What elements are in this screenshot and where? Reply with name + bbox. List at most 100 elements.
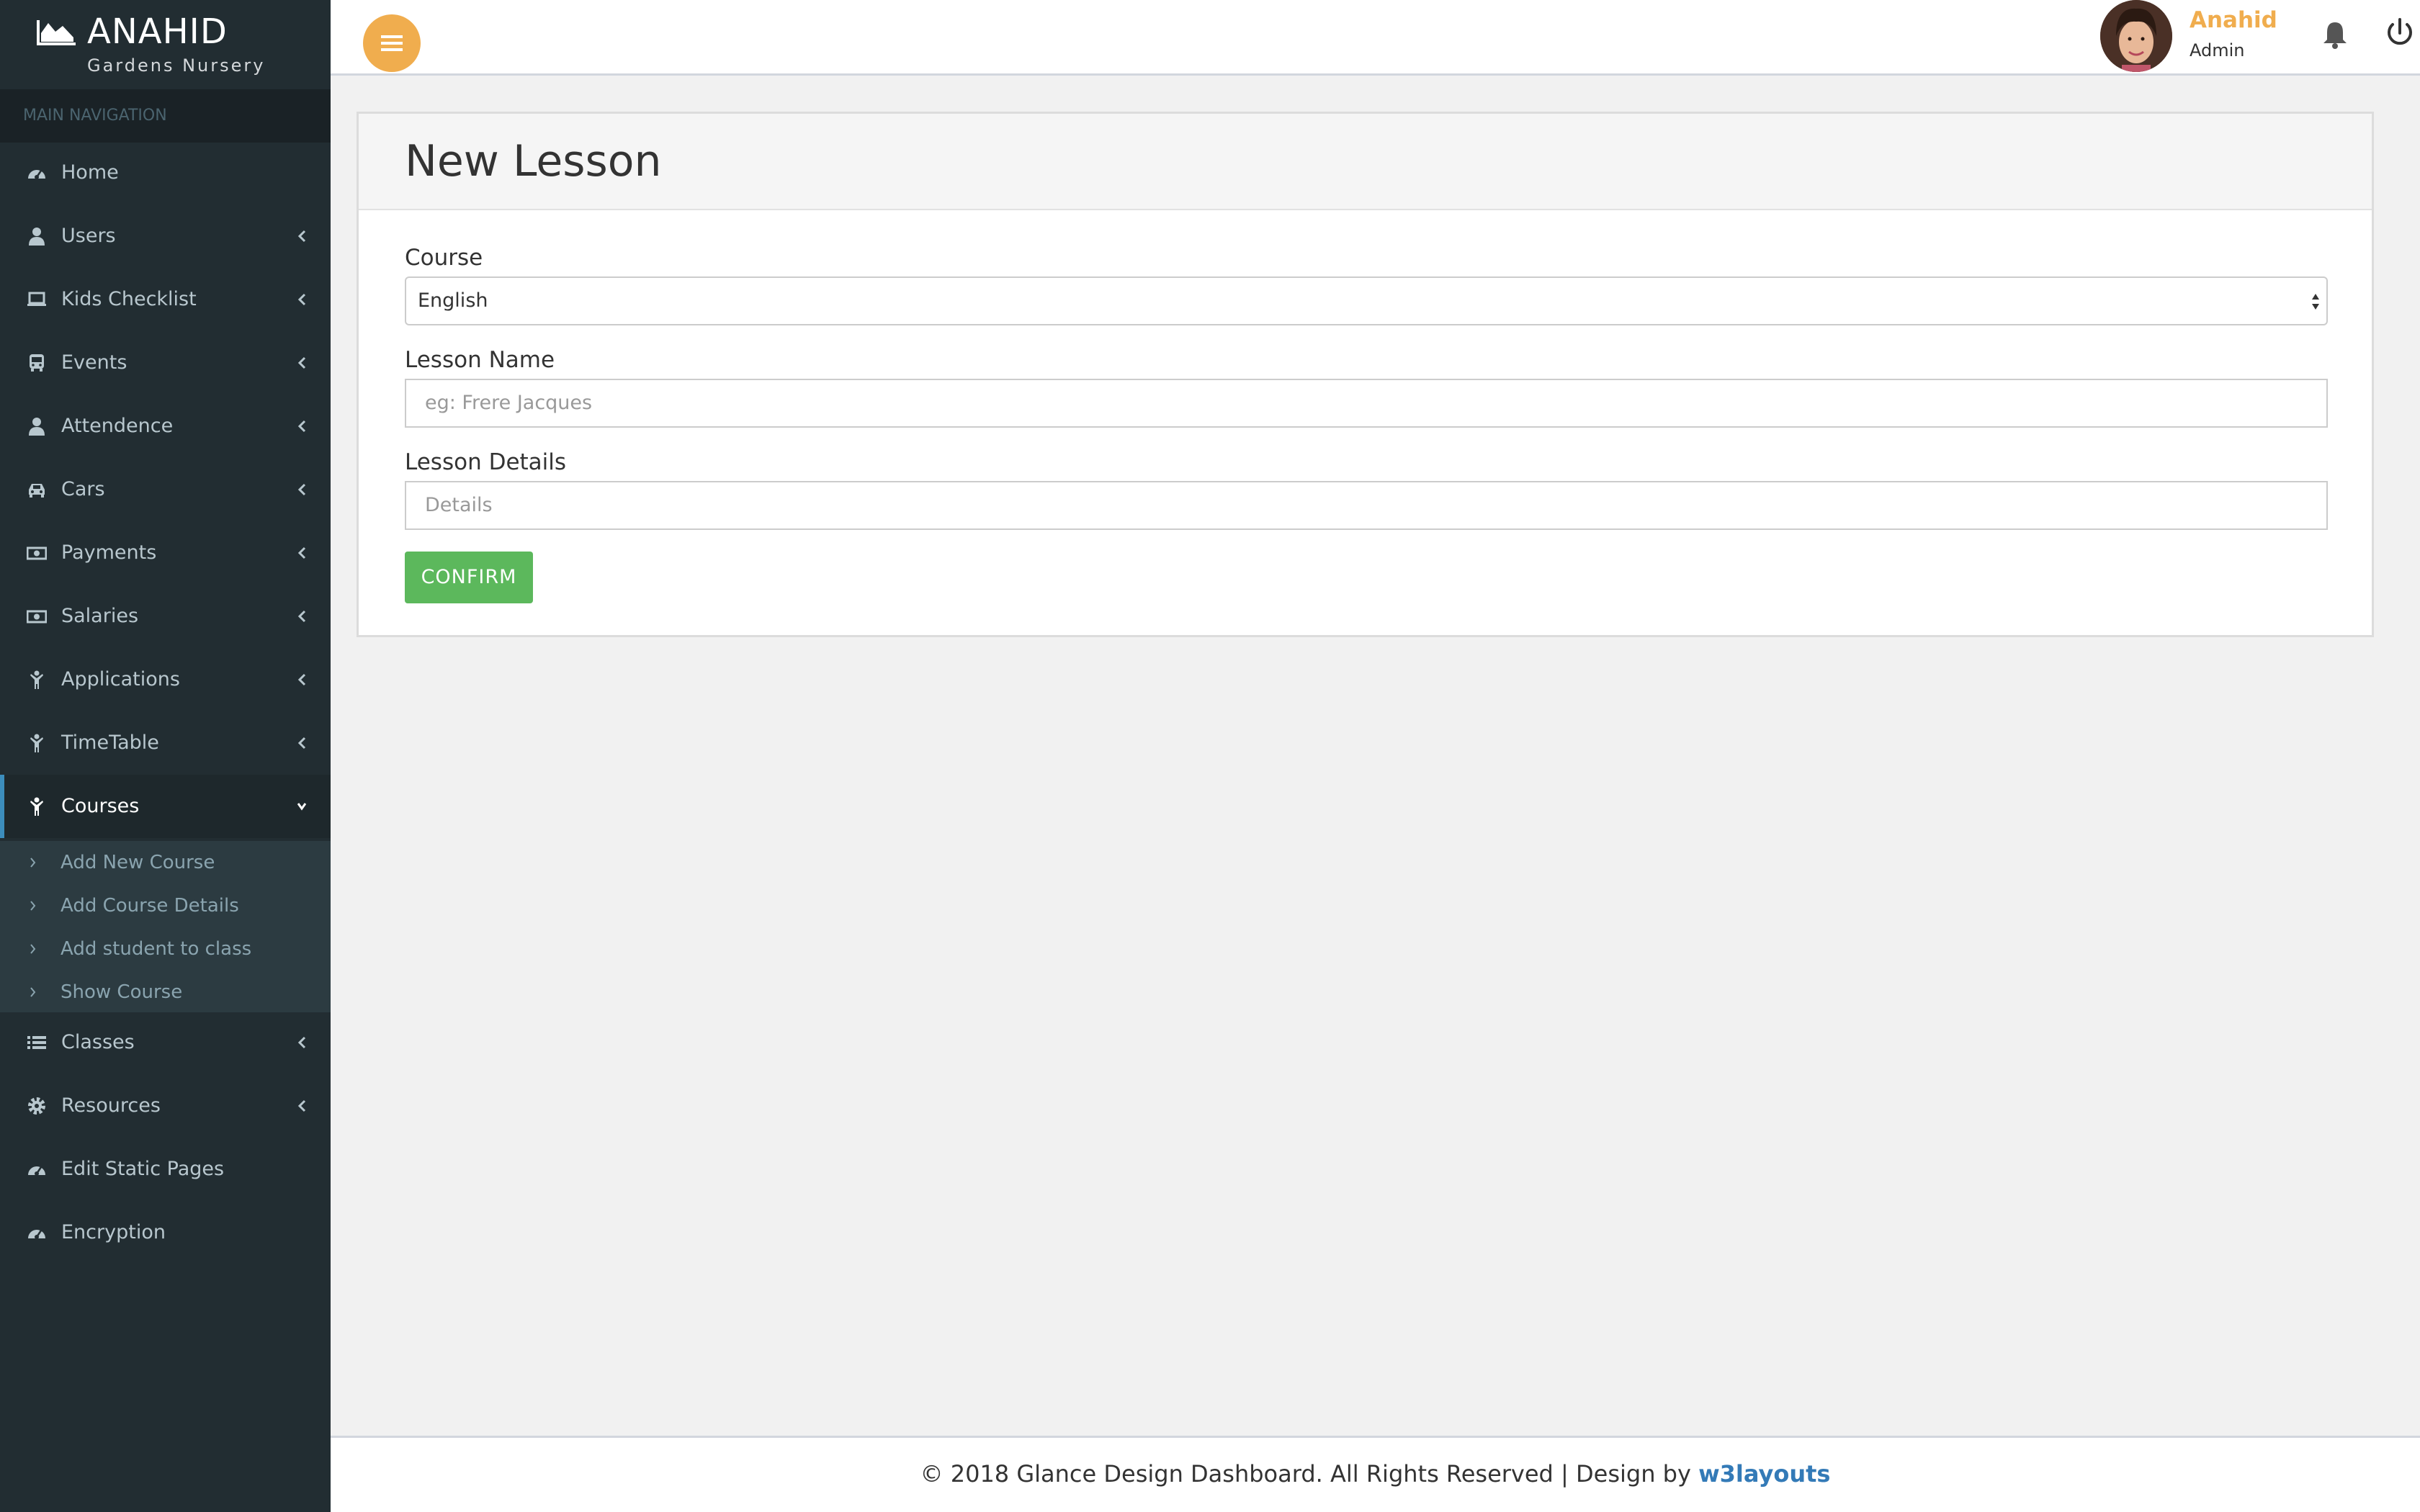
- lesson-name-input[interactable]: eg: Frere Jacques: [405, 379, 2328, 428]
- sidebar-item-cars[interactable]: Cars: [0, 458, 331, 521]
- menu-toggle-button[interactable]: [363, 14, 421, 72]
- chevron-right-icon: [29, 884, 40, 927]
- brand-name: ANAHID: [87, 12, 228, 52]
- sidebar-item-label: Classes: [61, 1031, 135, 1053]
- courses-submenu: Add New Course Add Course Details Add st…: [0, 841, 331, 1012]
- dashboard-icon: [24, 1201, 49, 1264]
- chevron-left-icon: [295, 1011, 309, 1074]
- chevron-left-icon: [295, 648, 309, 711]
- course-select[interactable]: English: [405, 276, 2328, 325]
- lesson-name-label: Lesson Name: [405, 347, 555, 373]
- sidebar-item-label: Events: [61, 351, 127, 374]
- sidebar-item-timetable[interactable]: TimeTable: [0, 711, 331, 775]
- confirm-button[interactable]: CONFIRM: [405, 552, 533, 603]
- sidebar-item-home[interactable]: Home: [0, 141, 331, 204]
- dashboard-icon: [24, 141, 49, 204]
- sidebar-item-events[interactable]: Events: [0, 331, 331, 395]
- sidebar-item-label: Applications: [61, 668, 180, 690]
- sidebar-item-label: Attendence: [61, 415, 174, 437]
- footer-copyright: © 2018 Glance Design Dashboard. All Righ…: [920, 1460, 1699, 1488]
- sidebar-item-applications[interactable]: Applications: [0, 648, 331, 711]
- submenu-item-add-course-details[interactable]: Add Course Details: [0, 884, 331, 927]
- chevron-left-icon: [295, 521, 309, 585]
- child-icon: [24, 775, 49, 838]
- sidebar-item-classes[interactable]: Classes: [0, 1011, 331, 1074]
- sidebar-item-kids-checklist[interactable]: Kids Checklist: [0, 268, 331, 331]
- chevron-left-icon: [295, 204, 309, 268]
- lesson-details-placeholder: Details: [425, 494, 493, 516]
- new-lesson-panel: New Lesson Course English Lesson Name eg…: [357, 112, 2374, 637]
- sidebar-item-label: Courses: [61, 795, 140, 817]
- panel-header: New Lesson: [359, 114, 2372, 210]
- sidebar-item-label: Salaries: [61, 605, 139, 627]
- footer-link[interactable]: w3layouts: [1698, 1460, 1830, 1488]
- sidebar-item-encryption[interactable]: Encryption: [0, 1201, 331, 1264]
- chevron-left-icon: [295, 458, 309, 521]
- submenu-item-label: Add student to class: [60, 938, 252, 960]
- submenu-item-label: Add Course Details: [60, 895, 239, 917]
- user-icon: [24, 204, 49, 268]
- gear-icon: [24, 1074, 49, 1138]
- money-icon: [24, 585, 49, 648]
- hamburger-icon: [381, 35, 403, 51]
- page-title: New Lesson: [405, 136, 662, 186]
- user-role: Admin: [2190, 40, 2245, 60]
- child-icon: [24, 648, 49, 711]
- chevron-right-icon: [29, 927, 40, 971]
- money-icon: [24, 521, 49, 585]
- bell-icon[interactable]: [2321, 19, 2349, 50]
- lesson-details-label: Lesson Details: [405, 449, 567, 475]
- sidebar-item-label: TimeTable: [61, 732, 159, 754]
- list-icon: [24, 1011, 49, 1074]
- child-icon: [24, 711, 49, 775]
- sidebar-item-edit-static-pages[interactable]: Edit Static Pages: [0, 1138, 331, 1201]
- logo[interactable]: ANAHID Gardens Nursery: [0, 0, 331, 88]
- submenu-item-label: Show Course: [60, 981, 183, 1003]
- sidebar-item-label: Encryption: [61, 1221, 166, 1243]
- area-chart-icon: [37, 20, 76, 45]
- sidebar-item-label: Payments: [61, 541, 157, 564]
- dashboard-icon: [24, 1138, 49, 1201]
- submenu-item-show-course[interactable]: Show Course: [0, 971, 331, 1014]
- user-icon: [24, 395, 49, 458]
- course-label: Course: [405, 245, 483, 271]
- select-arrows-icon: [2312, 294, 2319, 310]
- lesson-name-placeholder: eg: Frere Jacques: [425, 392, 593, 414]
- sidebar: ANAHID Gardens Nursery MAIN NAVIGATION H…: [0, 0, 331, 1512]
- sidebar-item-label: Edit Static Pages: [61, 1158, 225, 1180]
- chevron-right-icon: [29, 971, 40, 1014]
- sidebar-item-users[interactable]: Users: [0, 204, 331, 268]
- sidebar-item-attendence[interactable]: Attendence: [0, 395, 331, 458]
- sidebar-item-payments[interactable]: Payments: [0, 521, 331, 585]
- user-name[interactable]: Anahid: [2190, 7, 2277, 33]
- footer: © 2018 Glance Design Dashboard. All Righ…: [331, 1436, 2420, 1512]
- submenu-item-add-new-course[interactable]: Add New Course: [0, 841, 331, 884]
- chevron-left-icon: [295, 585, 309, 648]
- laptop-icon: [24, 268, 49, 331]
- sidebar-item-courses[interactable]: Courses: [0, 775, 331, 838]
- sidebar-item-label: Home: [61, 161, 119, 184]
- sidebar-item-label: Users: [61, 225, 116, 247]
- power-icon[interactable]: [2385, 17, 2415, 49]
- top-bar: Anahid Admin: [331, 0, 2420, 76]
- chevron-left-icon: [295, 1074, 309, 1138]
- sidebar-item-label: Cars: [61, 478, 105, 500]
- chevron-left-icon: [295, 711, 309, 775]
- avatar[interactable]: [2100, 0, 2172, 72]
- sidebar-item-resources[interactable]: Resources: [0, 1074, 331, 1138]
- sidebar-item-salaries[interactable]: Salaries: [0, 585, 331, 648]
- chevron-right-icon: [29, 841, 40, 884]
- nav-header: MAIN NAVIGATION: [0, 89, 331, 143]
- chevron-left-icon: [295, 331, 309, 395]
- car-icon: [24, 458, 49, 521]
- submenu-item-label: Add New Course: [60, 852, 215, 873]
- course-select-value: English: [418, 289, 488, 312]
- chevron-down-icon: [295, 775, 309, 838]
- sidebar-item-label: Resources: [61, 1094, 161, 1117]
- lesson-details-input[interactable]: Details: [405, 481, 2328, 530]
- brand-subtitle: Gardens Nursery: [87, 55, 266, 76]
- submenu-item-add-student-to-class[interactable]: Add student to class: [0, 927, 331, 971]
- bus-icon: [24, 331, 49, 395]
- sidebar-item-label: Kids Checklist: [61, 288, 197, 310]
- chevron-left-icon: [295, 395, 309, 458]
